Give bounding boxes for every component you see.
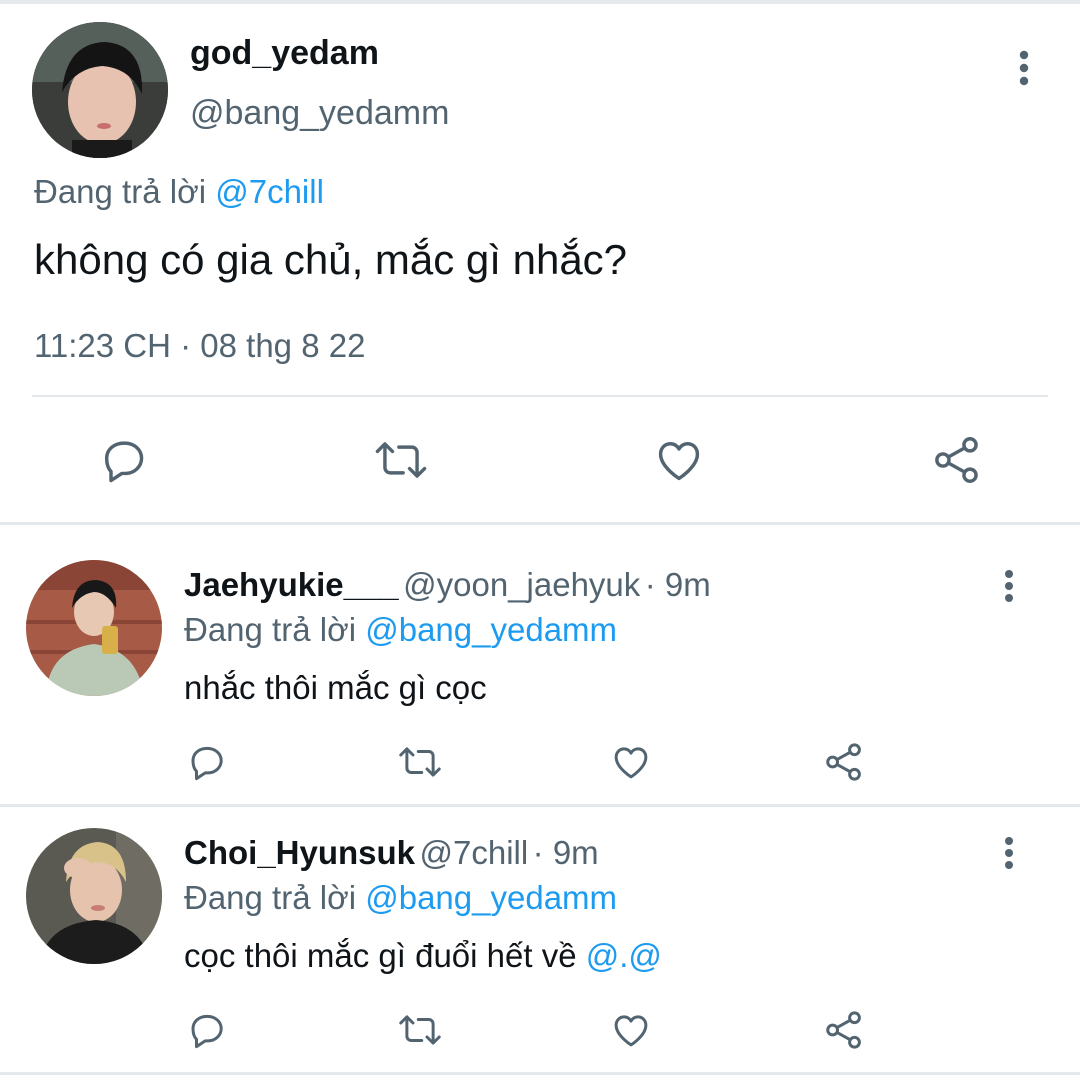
replying-to-line: Đang trả lời @bang_yedamm <box>184 879 617 917</box>
like-icon[interactable] <box>609 741 653 783</box>
author-display-name[interactable]: god_yedam <box>190 34 379 73</box>
replying-to-prefix: Đang trả lời <box>34 173 207 210</box>
reply-text-mention[interactable]: @.@ <box>586 937 662 974</box>
like-icon[interactable] <box>652 434 706 486</box>
retweet-icon[interactable] <box>395 741 445 783</box>
top-divider <box>0 0 1080 4</box>
share-icon[interactable] <box>822 1009 866 1051</box>
reply-header: Choi_Hyunsuk @7chill · 9m <box>184 834 599 872</box>
more-options-icon[interactable] <box>1013 50 1035 86</box>
replying-to-prefix: Đang trả lời <box>184 611 357 648</box>
more-options-icon[interactable] <box>999 836 1019 870</box>
like-icon[interactable] <box>609 1009 653 1051</box>
reply-time: · 9m <box>644 566 711 603</box>
replying-to-prefix: Đang trả lời <box>184 879 357 916</box>
avatar-choi-hyunsuk[interactable] <box>26 828 162 964</box>
retweet-icon[interactable] <box>395 1009 445 1051</box>
reply-author-name[interactable]: Jaehyukie___ <box>184 566 399 603</box>
avatar-jaehyukie[interactable] <box>26 560 162 696</box>
reply-text-body: nhắc thôi mắc gì cọc <box>184 669 487 706</box>
more-options-icon[interactable] <box>999 569 1019 603</box>
reply-header: Jaehyukie___ @yoon_jaehyuk · 9m <box>184 566 711 604</box>
share-icon[interactable] <box>930 434 984 486</box>
reply-divider <box>0 1072 1080 1075</box>
share-icon[interactable] <box>822 741 866 783</box>
replying-to-line: Đang trả lời @7chill <box>34 173 324 211</box>
replying-to-mention[interactable]: @bang_yedamm <box>365 879 617 916</box>
reply-text-body: cọc thôi mắc gì đuổi hết về <box>184 937 586 974</box>
replying-to-line: Đang trả lời @bang_yedamm <box>184 611 617 649</box>
reply-author-handle[interactable]: @yoon_jaehyuk <box>403 566 640 603</box>
replying-to-mention[interactable]: @7chill <box>215 173 324 210</box>
author-handle[interactable]: @bang_yedamm <box>190 94 449 133</box>
reply-time: · 9m <box>532 834 599 871</box>
reply-author-handle[interactable]: @7chill <box>420 834 529 871</box>
tweet-timestamp[interactable]: 11:23 CH · 08 thg 8 22 <box>34 327 365 365</box>
reply-text: nhắc thôi mắc gì cọc <box>184 669 487 707</box>
section-divider <box>0 522 1080 525</box>
actions-divider <box>32 395 1048 397</box>
reply-divider <box>0 804 1080 807</box>
reply-icon[interactable] <box>186 1009 228 1051</box>
reply-icon[interactable] <box>186 741 228 783</box>
reply-text: cọc thôi mắc gì đuổi hết về @.@ <box>184 937 662 975</box>
reply-author-name[interactable]: Choi_Hyunsuk <box>184 834 415 871</box>
tweet-text: không có gia chủ, mắc gì nhắc? <box>34 236 628 283</box>
replying-to-mention[interactable]: @bang_yedamm <box>365 611 617 648</box>
retweet-icon[interactable] <box>371 434 431 486</box>
reply-icon[interactable] <box>98 434 150 486</box>
avatar-god-yedam[interactable] <box>32 22 168 158</box>
